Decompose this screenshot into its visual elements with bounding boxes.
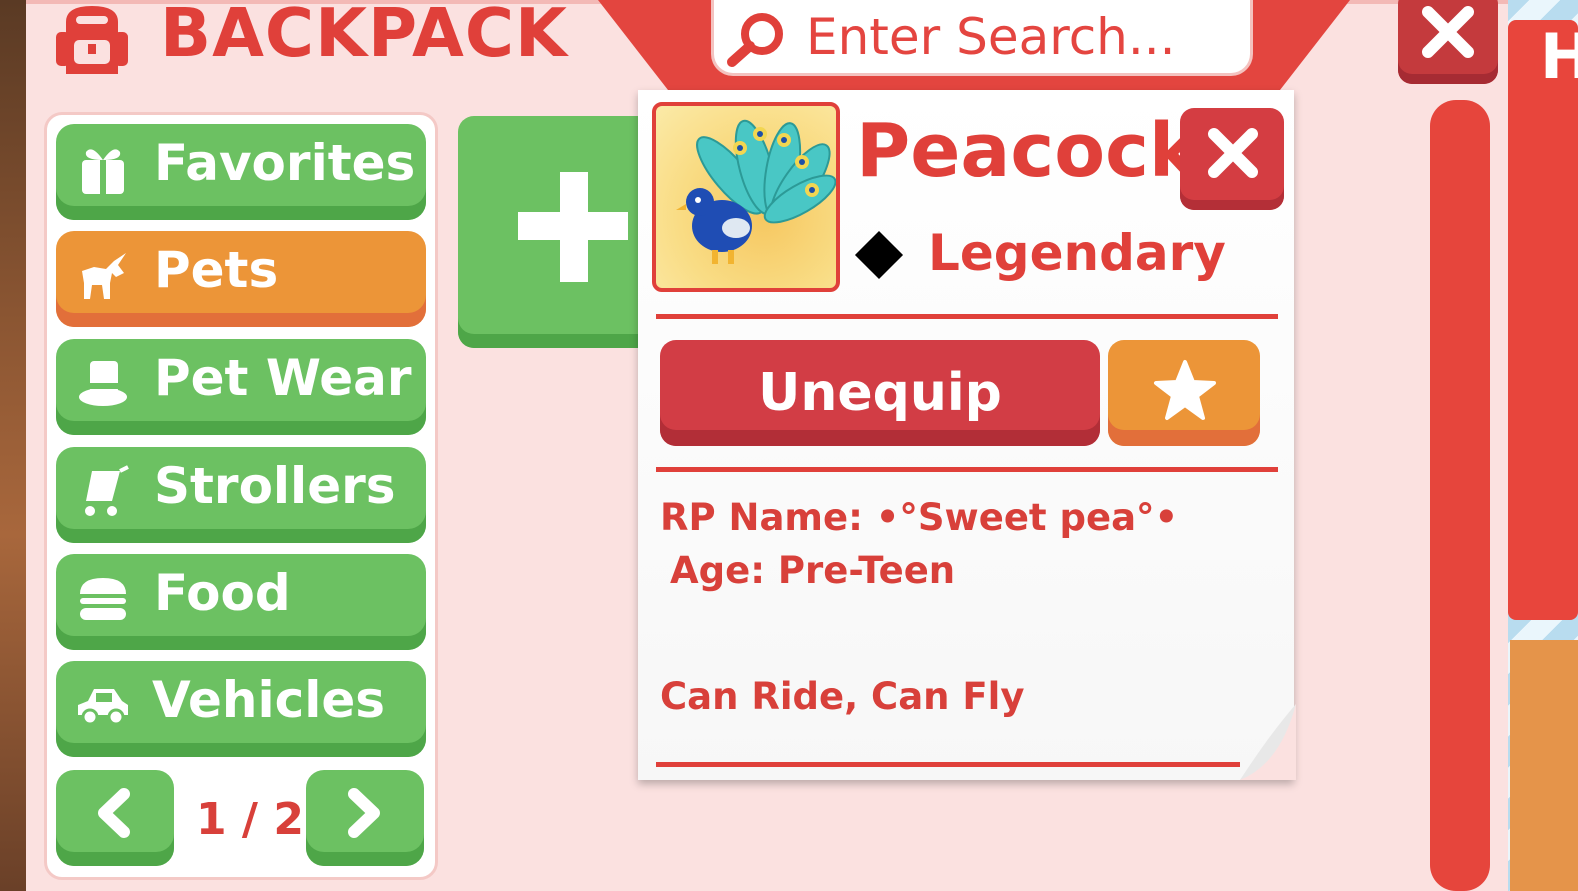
category-strollers-button[interactable]: Strollers	[56, 447, 426, 543]
category-vehicles-button[interactable]: Vehicles	[56, 661, 426, 757]
scrollbar[interactable]	[1430, 100, 1490, 891]
chevron-right-icon	[348, 788, 380, 838]
category-pets-button[interactable]: Pets	[56, 231, 426, 327]
close-detail-button[interactable]	[1180, 108, 1284, 210]
page-title: BACKPACK	[160, 0, 568, 72]
backpack-icon	[56, 6, 128, 74]
add-item-tile[interactable]	[458, 116, 658, 348]
category-label: Pet Wear	[154, 349, 412, 407]
car-icon	[78, 689, 128, 726]
search-icon	[727, 13, 783, 67]
category-favorites-button[interactable]: Favorites	[56, 124, 426, 220]
rarity-label: Legendary	[928, 224, 1226, 282]
divider	[656, 762, 1240, 767]
unequip-button[interactable]: Unequip	[660, 340, 1100, 446]
close-backpack-button[interactable]	[1398, 0, 1498, 84]
background-letter: H	[1540, 20, 1578, 93]
burger-icon	[80, 578, 126, 620]
unicorn-icon	[82, 253, 126, 299]
top-hat-icon	[79, 361, 127, 406]
favorite-button[interactable]	[1108, 340, 1260, 446]
gift-icon	[82, 149, 124, 194]
background-box-right	[1510, 640, 1578, 891]
category-label: Pets	[154, 241, 279, 299]
page-indicator: 1 / 2	[196, 794, 304, 845]
previous-page-button[interactable]	[56, 770, 174, 866]
category-label: Favorites	[154, 134, 416, 192]
star-icon	[1154, 360, 1216, 420]
close-icon	[1208, 128, 1258, 178]
category-pet-wear-button[interactable]: Pet Wear	[56, 339, 426, 435]
plus-icon	[518, 172, 628, 282]
category-label: Food	[154, 564, 291, 622]
peacock-icon	[676, 119, 836, 264]
age-text: Age: Pre-Teen	[670, 549, 956, 592]
stroller-icon	[85, 465, 129, 516]
divider	[656, 467, 1278, 472]
abilities-text: Can Ride, Can Fly	[660, 675, 1025, 718]
category-food-button[interactable]: Food	[56, 554, 426, 650]
next-page-button[interactable]	[306, 770, 424, 866]
divider	[656, 314, 1278, 319]
rp-name-text: RP Name: •°Sweet pea°•	[660, 496, 1179, 539]
search-input[interactable]	[806, 6, 1236, 68]
page-curl	[1240, 704, 1296, 780]
background-panel-right	[1508, 20, 1578, 620]
category-label: Vehicles	[152, 671, 386, 729]
pet-name: Peacock	[856, 108, 1199, 194]
close-icon	[1422, 6, 1474, 58]
category-label: Strollers	[154, 457, 396, 515]
pet-thumbnail	[652, 102, 840, 292]
chevron-left-icon	[98, 788, 130, 838]
